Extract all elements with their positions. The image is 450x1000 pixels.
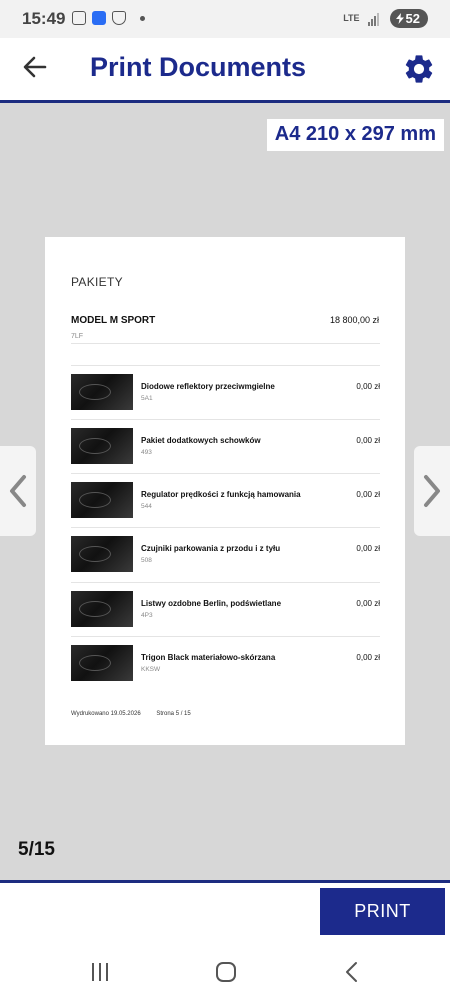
item-code: 4P3: [141, 612, 153, 619]
network-type: LTE: [343, 13, 360, 23]
page-footer: Wydrukowano 19.05.2026 Strona 5 / 15: [71, 711, 205, 717]
status-time: 15:49: [22, 9, 66, 28]
model-code: 7LF: [71, 333, 84, 340]
page-number: Strona 5 / 15: [156, 711, 191, 717]
item-thumbnail: [71, 645, 133, 681]
document-page-preview: PAKIETY MODEL M SPORT 18 800,00 zł 7LF D…: [45, 237, 405, 745]
item-price: 0,00 zł: [356, 382, 380, 391]
item-name: Czujniki parkowania z przodu i z tyłu: [141, 544, 281, 553]
previous-page-button[interactable]: [0, 446, 36, 536]
home-icon: [216, 962, 236, 982]
divider: [71, 636, 380, 637]
item-thumbnail: [71, 591, 133, 627]
vpn-shield-icon: [112, 11, 126, 25]
model-price: 18 800,00 zł: [329, 315, 379, 325]
chevron-left-icon: [10, 475, 26, 507]
item-thumbnail: [71, 428, 133, 464]
page-title: Print Documents: [90, 52, 307, 82]
item-price: 0,00 zł: [356, 544, 380, 553]
settings-button[interactable]: [402, 52, 436, 86]
item-thumbnail: [71, 374, 133, 410]
app-notification-icon: [92, 11, 106, 25]
arrow-left-icon: [23, 56, 47, 78]
notification-icons: [72, 11, 145, 25]
next-page-button[interactable]: [414, 446, 450, 536]
item-code: KKSW: [141, 666, 161, 673]
item-code: 493: [141, 449, 152, 456]
item-price: 0,00 zł: [356, 490, 380, 499]
item-name: Diodowe reflektory przeciwmgielne: [141, 382, 275, 391]
item-price: 0,00 zł: [356, 653, 380, 662]
item-name: Listwy ozdobne Berlin, podświetlane: [141, 599, 282, 608]
item-name: Regulator prędkości z funkcją hamowania: [141, 490, 301, 499]
screenshot-icon: [72, 11, 86, 25]
back-chevron-icon: [346, 962, 357, 982]
item-code: 544: [141, 503, 152, 510]
model-name: MODEL M SPORT: [71, 315, 156, 326]
home-button[interactable]: [211, 957, 241, 987]
printed-date: Wydrukowano 19.05.2026: [71, 711, 141, 717]
section-title: PAKIETY: [71, 275, 123, 289]
item-thumbnail: [71, 536, 133, 572]
battery-indicator: 52: [389, 9, 428, 28]
charging-bolt-icon: [395, 13, 404, 24]
divider: [71, 527, 380, 528]
divider: [71, 473, 380, 474]
item-code: 508: [141, 557, 152, 564]
back-button[interactable]: [20, 52, 50, 82]
system-back-button[interactable]: [337, 957, 367, 987]
divider: [71, 582, 380, 583]
divider: [71, 419, 380, 420]
print-button[interactable]: PRINT: [320, 888, 445, 935]
app-bar: Print Documents: [0, 38, 450, 103]
action-bar: PRINT: [0, 883, 450, 943]
battery-level: 52: [405, 11, 420, 26]
item-price: 0,00 zł: [356, 599, 380, 608]
item-name: Trigon Black materiałowo-skórzana: [141, 653, 276, 662]
chevron-right-icon: [424, 475, 440, 507]
status-bar: 15:49 LTE 52: [0, 0, 450, 38]
page-counter: 5/15: [18, 839, 55, 860]
divider: [71, 365, 380, 366]
item-price: 0,00 zł: [356, 436, 380, 445]
list-item: Trigon Black materiałowo-skórzana KKSW 0…: [71, 645, 380, 699]
recent-apps-button[interactable]: [85, 957, 115, 987]
item-code: 5A1: [141, 395, 153, 402]
divider: [71, 343, 380, 344]
print-preview-area[interactable]: A4 210 x 297 mm PAKIETY MODEL M SPORT 18…: [0, 103, 450, 880]
item-thumbnail: [71, 482, 133, 518]
more-notifications-dot-icon: [140, 15, 145, 21]
recent-apps-icon: [92, 963, 108, 981]
item-name: Pakiet dodatkowych schowków: [141, 436, 261, 445]
system-navigation-bar: [0, 943, 450, 1000]
paper-size-label[interactable]: A4 210 x 297 mm: [266, 119, 444, 151]
signal-icon: [367, 12, 382, 26]
gear-icon: [405, 55, 433, 83]
